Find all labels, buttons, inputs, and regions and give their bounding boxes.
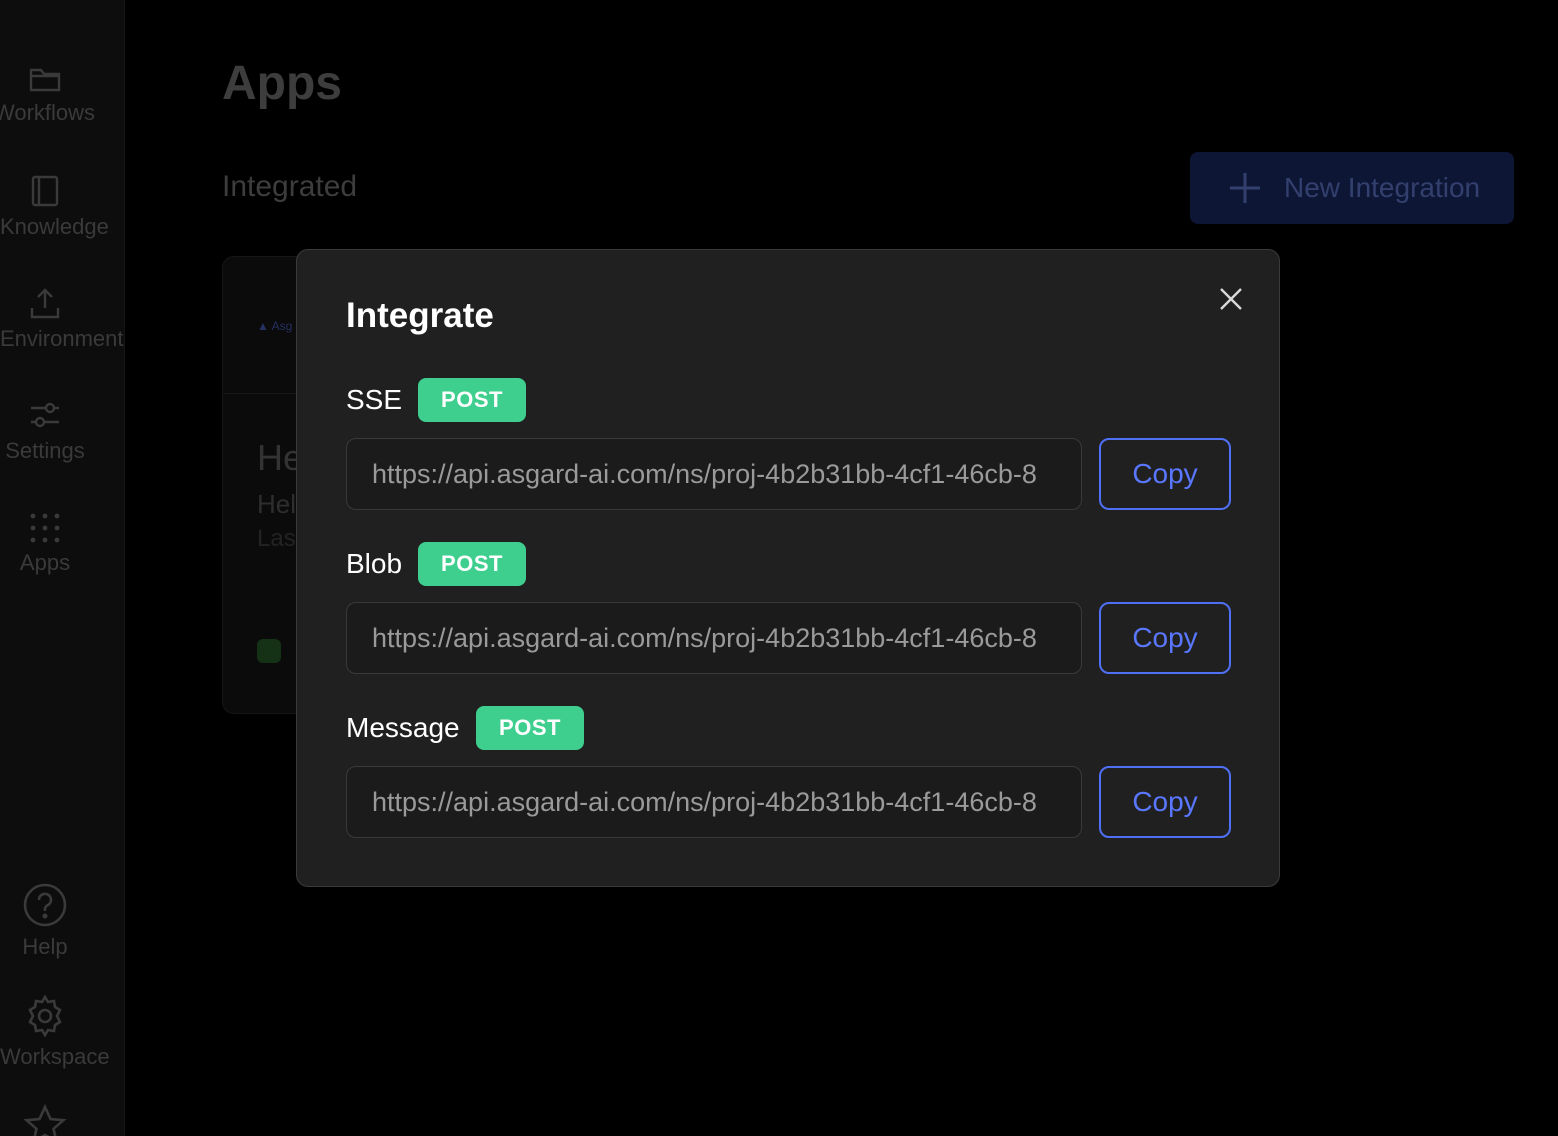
sidebar-item-workspace[interactable]: Workspace (0, 994, 110, 1070)
grid-icon (30, 513, 60, 543)
sidebar: Workflows Knowledge Environment Settings… (0, 0, 125, 1136)
upload-icon (30, 288, 60, 319)
url-text: https://api.asgard-ai.com/ns/proj-4b2b31… (372, 622, 1037, 653)
sliders-icon (31, 402, 59, 428)
sidebar-item-label: Apps (19, 550, 71, 575)
url-text: https://api.asgard-ai.com/ns/proj-4b2b31… (372, 786, 1037, 817)
sidebar-item-label: Knowledge (0, 214, 109, 239)
sidebar-item-environment[interactable]: Environment (0, 286, 124, 352)
sidebar-item-label: Settings (5, 438, 85, 463)
sidebar-item-knowledge[interactable]: Knowledge (0, 174, 109, 240)
status-indicator (257, 639, 281, 663)
method-badge: POST (418, 542, 526, 586)
help-circle-icon (23, 883, 67, 927)
endpoint-label-message: Message (346, 712, 460, 743)
sidebar-item-favorites[interactable] (0, 1104, 90, 1136)
sidebar-item-label: Help (22, 934, 68, 959)
sidebar-item-help[interactable]: Help (0, 882, 90, 960)
section-title: Integrated (222, 170, 358, 203)
sidebar-item-label: Workflows (0, 100, 96, 125)
modal-title: Integrate (346, 296, 494, 335)
method-badge: POST (476, 706, 584, 750)
card-subtitle: Hel (257, 489, 297, 519)
sse-url-field[interactable]: https://api.asgard-ai.com/ns/proj-4b2b31… (346, 438, 1082, 510)
page-title: Apps (222, 57, 342, 110)
new-integration-button[interactable]: New Integration (1190, 152, 1514, 224)
message-url-field[interactable]: https://api.asgard-ai.com/ns/proj-4b2b31… (346, 766, 1082, 838)
copy-sse-button[interactable]: Copy (1099, 438, 1231, 510)
folder-icon (29, 68, 61, 92)
copy-blob-button[interactable]: Copy (1099, 602, 1231, 674)
integrate-modal: Integrate SSE POST https://api.asgard-ai… (296, 249, 1280, 887)
gear-icon (28, 994, 62, 1038)
book-icon (31, 175, 59, 207)
endpoint-label-blob: Blob (346, 548, 403, 579)
card-meta: Las (257, 525, 296, 552)
sidebar-item-settings[interactable]: Settings (0, 398, 90, 464)
blob-url-field[interactable]: https://api.asgard-ai.com/ns/proj-4b2b31… (346, 602, 1082, 674)
star-icon (23, 1104, 67, 1136)
method-badge: POST (418, 378, 526, 422)
sidebar-item-workflows[interactable]: Workflows (0, 64, 96, 126)
new-integration-label: New Integration (1284, 172, 1481, 203)
close-icon[interactable] (1217, 285, 1245, 313)
copy-message-button[interactable]: Copy (1099, 766, 1231, 838)
sidebar-item-label: Environment (0, 326, 124, 351)
plus-icon (1230, 173, 1260, 203)
endpoint-label-sse: SSE (346, 384, 403, 415)
sidebar-item-label: Workspace (0, 1044, 110, 1069)
app-logo: ▲ Asg (257, 319, 293, 333)
url-text: https://api.asgard-ai.com/ns/proj-4b2b31… (372, 458, 1037, 489)
sidebar-item-apps[interactable]: Apps (0, 512, 90, 576)
